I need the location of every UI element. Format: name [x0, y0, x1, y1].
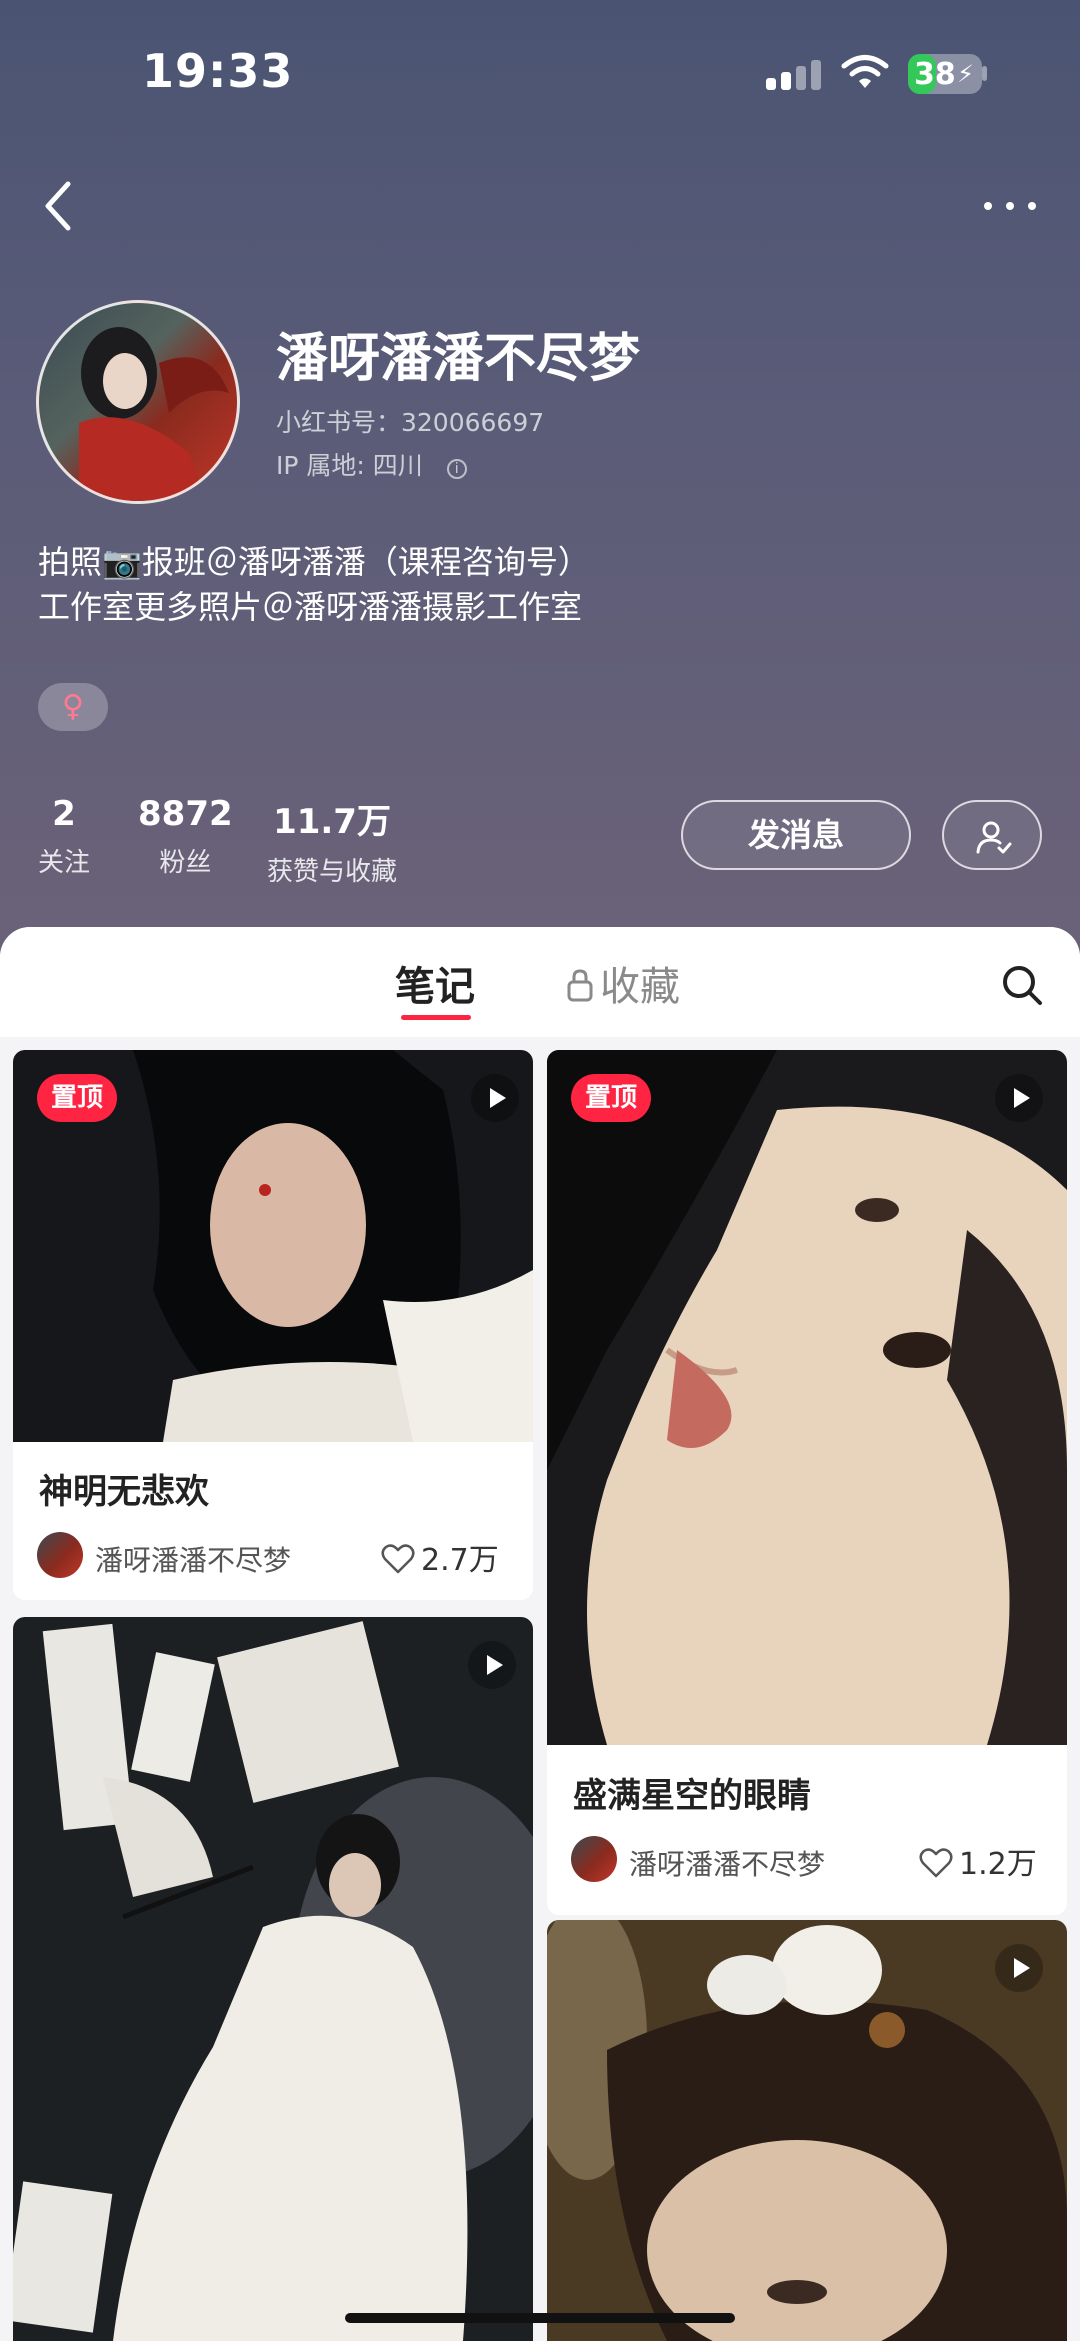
red-id[interactable]: 小红书号：320066697	[276, 403, 544, 439]
author-name: 潘呀潘潘不尽梦	[629, 1848, 826, 1881]
author-avatar	[571, 1836, 617, 1882]
tab-collections[interactable]: 收藏	[566, 954, 680, 1012]
profile-bio: 拍照📷报班＠潘呀潘潘（课程咨询号） 工作室更多照片＠潘呀潘潘摄影工作室	[38, 540, 590, 630]
stat-likes-label: 获赞与收藏	[267, 857, 398, 887]
profile-avatar[interactable]	[36, 300, 240, 504]
note-card-1[interactable]: 置顶 神明无悲欢 潘呀潘潘不尽梦 2.7万	[13, 1050, 533, 1600]
note-cover-image	[547, 1920, 1067, 2341]
stat-likes-collects[interactable]: 11.7万 获赞与收藏	[267, 794, 397, 888]
like-count[interactable]: 2.7万	[381, 1535, 499, 1579]
note-title: 盛满星空的眼睛	[573, 1776, 811, 1816]
note-card-4[interactable]	[547, 1920, 1067, 2341]
status-time: 19:33	[142, 44, 294, 98]
video-play-icon	[995, 1944, 1043, 1992]
stat-following-label: 关注	[38, 848, 91, 878]
video-play-icon	[995, 1074, 1043, 1122]
wifi-icon	[841, 55, 889, 88]
bio-line-2[interactable]: 工作室更多照片＠潘呀潘潘摄影工作室	[38, 585, 590, 630]
ip-location-text: IP 属地: 四川	[276, 451, 423, 480]
like-count-value: 2.7万	[421, 1543, 499, 1578]
following-status-button[interactable]	[942, 800, 1042, 870]
video-play-icon	[468, 1641, 516, 1689]
ip-location: IP 属地: 四川 i	[276, 446, 467, 482]
author-avatar	[37, 1532, 83, 1578]
pinned-badge: 置顶	[571, 1074, 652, 1122]
charging-bolt-icon: ⚡	[957, 60, 974, 88]
author-name: 潘呀潘潘不尽梦	[95, 1544, 292, 1577]
stat-followers-value: 8872	[138, 794, 233, 834]
note-title: 神明无悲欢	[39, 1472, 209, 1512]
note-card-2[interactable]: 置顶 盛满星空的眼睛 潘呀潘潘不尽梦 1.2万	[547, 1050, 1067, 1915]
like-count[interactable]: 1.2万	[919, 1839, 1037, 1883]
profile-name: 潘呀潘潘不尽梦	[276, 329, 641, 389]
heart-icon	[381, 1544, 415, 1574]
stat-following-value: 2	[52, 794, 76, 834]
profile-tabs: 笔记 收藏	[0, 927, 1080, 1037]
back-chevron-icon[interactable]	[38, 178, 78, 234]
search-icon[interactable]	[1000, 963, 1044, 1007]
battery-percent: 38	[914, 57, 956, 92]
home-indicator[interactable]	[345, 2313, 735, 2323]
cellular-signal-icon	[766, 60, 821, 90]
info-icon[interactable]: i	[446, 459, 467, 479]
stat-followers[interactable]: 8872 粉丝	[138, 794, 233, 879]
gender-female-icon: ♀	[38, 683, 108, 731]
video-play-icon	[471, 1074, 519, 1122]
battery-indicator: 38 ⚡	[908, 54, 982, 94]
send-message-button[interactable]: 发消息	[681, 800, 911, 870]
status-bar: 19:33 38 ⚡	[0, 0, 1080, 140]
tab-collections-label: 收藏	[600, 964, 680, 1010]
like-count-value: 1.2万	[959, 1847, 1037, 1882]
note-cover-image	[547, 1050, 1067, 1745]
tab-notes[interactable]: 笔记	[395, 954, 475, 1012]
active-tab-indicator	[401, 1015, 471, 1020]
battery-cap	[982, 66, 987, 81]
stat-followers-label: 粉丝	[159, 848, 212, 878]
pinned-badge: 置顶	[37, 1074, 118, 1122]
stat-likes-value: 11.7万	[273, 802, 391, 842]
lock-icon	[567, 969, 593, 1002]
user-check-icon	[976, 821, 1012, 854]
bio-line-1[interactable]: 拍照📷报班＠潘呀潘潘（课程咨询号）	[38, 540, 590, 585]
more-options-icon[interactable]	[980, 196, 1040, 216]
heart-icon	[919, 1848, 953, 1878]
note-card-3[interactable]	[13, 1617, 533, 2341]
stat-following[interactable]: 2 关注	[38, 794, 90, 879]
note-cover-image	[13, 1617, 533, 2341]
